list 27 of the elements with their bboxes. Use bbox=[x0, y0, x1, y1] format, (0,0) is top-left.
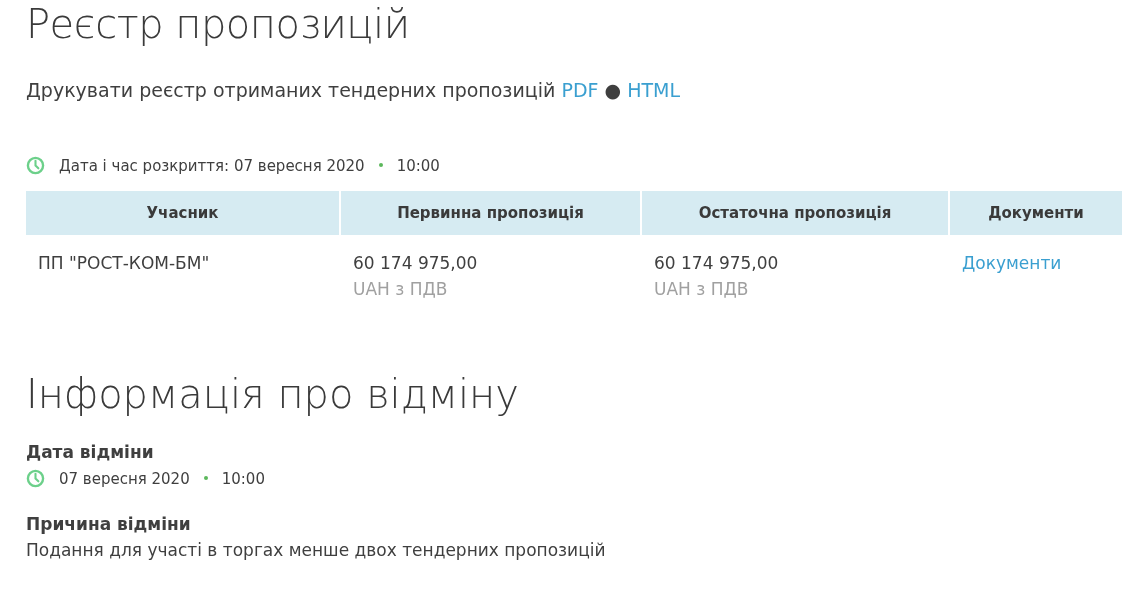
documents-link[interactable]: Документи bbox=[962, 253, 1062, 273]
reason-text: Подання для участі в торгах менше двох тендерних пропозицій bbox=[26, 539, 606, 560]
print-label: Друкувати реєстр отриманих тендерних пропозицій bbox=[26, 79, 557, 101]
separator-dot bbox=[378, 162, 383, 167]
clock-icon bbox=[26, 469, 45, 489]
print-link[interactable]: PDF bbox=[561, 79, 599, 101]
cancel-date: 07 вересня 2020 bbox=[59, 468, 190, 490]
column-header: Первинна пропозиція bbox=[341, 191, 640, 235]
currency-text: UAH з ПДВ bbox=[353, 277, 449, 301]
column-header: Учасник bbox=[26, 191, 339, 235]
table-cell-text: ПП "РОСТ-КОМ-БМ" bbox=[37, 252, 211, 275]
opening-time: 10:00 bbox=[396, 155, 440, 177]
currency-text: UAH з ПДВ bbox=[654, 277, 750, 301]
section-title: Інформація про відміну bbox=[26, 370, 519, 418]
field-heading: Дата відміни bbox=[26, 441, 154, 464]
opening-date: Дата і час розкриття: 07 вересня 2020 bbox=[59, 155, 365, 177]
page-title: Реєстр пропозицій bbox=[26, 0, 410, 48]
column-header: Остаточна пропозиція bbox=[642, 191, 948, 235]
print-link[interactable]: HTML bbox=[627, 79, 680, 101]
field-heading: Причина відміни bbox=[26, 513, 191, 536]
amount-text: 60 174 975,00 bbox=[353, 252, 479, 275]
bullet: ● bbox=[603, 79, 623, 101]
amount-text: 60 174 975,00 bbox=[654, 252, 780, 275]
column-header: Документи bbox=[950, 191, 1122, 235]
separator-dot bbox=[203, 475, 208, 480]
clock-icon bbox=[26, 156, 45, 176]
cancel-time: 10:00 bbox=[221, 468, 265, 490]
